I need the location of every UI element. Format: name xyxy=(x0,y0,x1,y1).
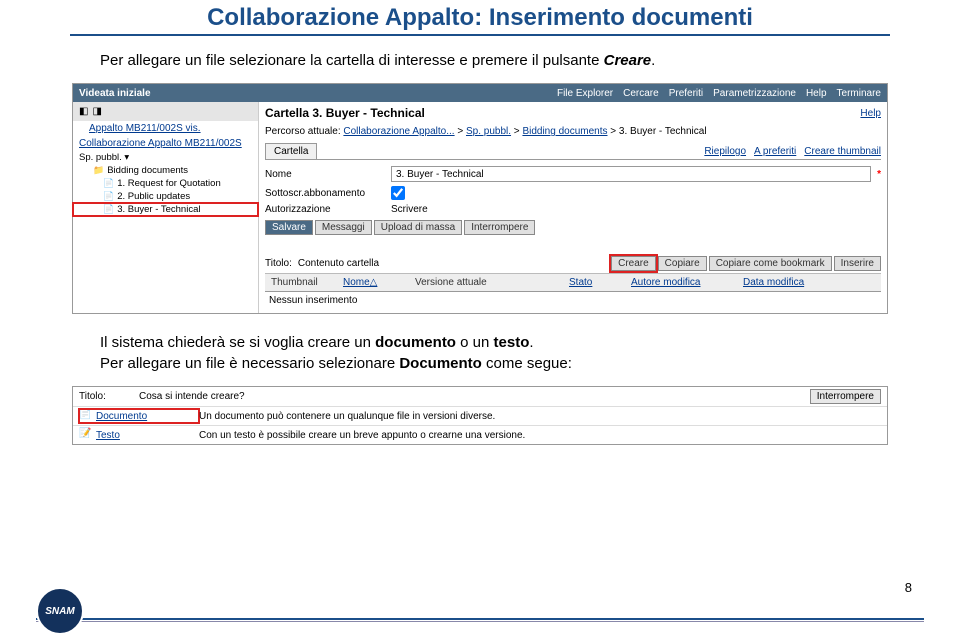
menu-params[interactable]: Parametrizzazione xyxy=(713,88,796,99)
screenshot-app-1: Videata iniziale File Explorer Cercare P… xyxy=(72,83,888,314)
bc-current: 3. Buyer - Technical xyxy=(619,126,707,137)
s2-cancel-button[interactable]: Interrompere xyxy=(810,389,881,404)
copy-bookmark-button[interactable]: Copiare come bookmark xyxy=(709,256,832,271)
intro-post: . xyxy=(651,52,655,69)
menu-file-explorer[interactable]: File Explorer xyxy=(557,88,613,99)
messages-button[interactable]: Messaggi xyxy=(315,220,372,235)
folder-content-section: Titolo: Contenuto cartella Creare Copiar… xyxy=(265,254,881,309)
col-autore[interactable]: Autore modifica xyxy=(625,276,735,289)
form-auth: Autorizzazione Scrivere xyxy=(265,202,881,217)
instruction-1: Per allegare un file selezionare la cart… xyxy=(0,36,960,81)
tab-cartella[interactable]: Cartella xyxy=(265,143,317,159)
footer-line-2 xyxy=(36,621,924,622)
sidebar-link-appalto[interactable]: Appalto MB211/002S vis. xyxy=(73,121,258,136)
col-data[interactable]: Data modifica xyxy=(737,276,837,289)
label-nome: Nome xyxy=(265,169,385,180)
copy-button[interactable]: Copiare xyxy=(658,256,707,271)
app-topbar: Videata iniziale File Explorer Cercare P… xyxy=(73,84,887,102)
menu-exit[interactable]: Terminare xyxy=(837,88,881,99)
screenshot-app-2: Titolo: Cosa si intende creare? Interrom… xyxy=(72,386,888,445)
bc-bidding[interactable]: Bidding documents xyxy=(522,126,607,137)
link-preferiti[interactable]: A preferiti xyxy=(754,146,796,157)
s2-documento-row[interactable]: 📄 Documento Un documento può contenere u… xyxy=(73,407,887,426)
s2-testo-desc: Con un testo è possibile creare un breve… xyxy=(199,430,881,441)
help-link[interactable]: Help xyxy=(860,108,881,119)
footer xyxy=(0,618,960,623)
link-riepilogo[interactable]: Riepilogo xyxy=(704,146,746,157)
doc-icon xyxy=(103,178,114,189)
s2-documento-desc: Un documento può contenere un qualunque … xyxy=(199,411,881,422)
document-icon: 📄 xyxy=(79,409,93,423)
form-sottoscr: Sottoscr.abbonamento xyxy=(265,184,881,202)
topbar-home[interactable]: Videata iniziale xyxy=(79,88,557,99)
table-empty-msg: Nessun inserimento xyxy=(265,292,881,309)
content-panel: Cartella 3. Buyer - Technical Help Perco… xyxy=(259,102,887,313)
col-nome[interactable]: Nome△ xyxy=(337,276,407,289)
sidebar: ◧ ◨ Appalto MB211/002S vis. Collaborazio… xyxy=(73,102,259,313)
button-row: Salvare Messaggi Upload di massa Interro… xyxy=(265,217,881,238)
folder-actions: Creare Copiare Copiare come bookmark Ins… xyxy=(611,256,881,271)
bc-collab[interactable]: Collaborazione Appalto... xyxy=(343,126,454,137)
col-blank xyxy=(521,276,561,289)
intro-pre: Per allegare un file selezionare la cart… xyxy=(100,52,604,69)
s2-testo-link[interactable]: Testo xyxy=(96,430,120,441)
topbar-menu: File Explorer Cercare Preferiti Parametr… xyxy=(557,88,881,99)
snam-logo: SNAM xyxy=(36,587,84,635)
s2-documento-link[interactable]: Documento xyxy=(96,411,147,422)
footer-line-1 xyxy=(36,618,924,620)
s2-testo-row[interactable]: 📝 Testo Con un testo è possibile creare … xyxy=(73,426,887,444)
menu-favorites[interactable]: Preferiti xyxy=(669,88,703,99)
tree-rfq[interactable]: 1. Request for Quotation xyxy=(73,177,258,190)
text-icon: 📝 xyxy=(79,428,93,442)
title-value: Contenuto cartella xyxy=(298,258,379,269)
tabs-row: Cartella Riepilogo A preferiti Creare th… xyxy=(265,143,881,160)
content-title-row: Cartella 3. Buyer - Technical Help xyxy=(265,106,881,124)
form-nome: Nome * xyxy=(265,164,881,184)
page-number: 8 xyxy=(905,580,912,595)
required-icon: * xyxy=(877,169,881,180)
intro-keyword: Creare xyxy=(604,52,652,69)
bc-label: Percorso attuale: xyxy=(265,126,341,137)
mass-upload-button[interactable]: Upload di massa xyxy=(374,220,462,235)
folder-icon xyxy=(93,165,104,176)
content-right-links: Riepilogo A preferiti Creare thumbnail xyxy=(704,146,881,159)
col-stato[interactable]: Stato xyxy=(563,276,623,289)
create-button[interactable]: Creare xyxy=(611,256,656,271)
sidebar-icon-2[interactable]: ◨ xyxy=(92,106,101,117)
folder-content-title-row: Titolo: Contenuto cartella Creare Copiar… xyxy=(265,254,881,274)
col-thumbnail: Thumbnail xyxy=(265,276,335,289)
tree-bidding-docs[interactable]: Bidding documents xyxy=(73,164,258,177)
s2-title-value: Cosa si intende creare? xyxy=(139,391,810,402)
insert-button[interactable]: Inserire xyxy=(834,256,881,271)
sidebar-sp-pubbl[interactable]: Sp. pubbl. ▾ xyxy=(73,151,258,164)
input-nome[interactable] xyxy=(391,166,871,182)
menu-help[interactable]: Help xyxy=(806,88,827,99)
table-header: Thumbnail Nome△ Versione attuale Stato A… xyxy=(265,274,881,292)
bc-sp[interactable]: Sp. pubbl. xyxy=(466,126,511,137)
sidebar-link-collab[interactable]: Collaborazione Appalto MB211/002S xyxy=(73,136,258,151)
tree-buyer-technical[interactable]: 3. Buyer - Technical xyxy=(73,203,258,216)
link-thumbnail[interactable]: Creare thumbnail xyxy=(804,146,881,157)
s2-title-label: Titolo: xyxy=(79,391,106,402)
checkbox-sottoscr[interactable] xyxy=(391,186,405,200)
label-auth: Autorizzazione xyxy=(265,204,385,215)
page-title: Collaborazione Appalto: Inserimento docu… xyxy=(70,0,890,36)
doc-icon xyxy=(103,191,114,202)
col-version: Versione attuale xyxy=(409,276,519,289)
menu-search[interactable]: Cercare xyxy=(623,88,659,99)
sidebar-icon-1[interactable]: ◧ xyxy=(79,106,88,117)
title-label: Titolo: xyxy=(265,258,292,269)
content-title: Cartella 3. Buyer - Technical xyxy=(265,106,425,120)
save-button[interactable]: Salvare xyxy=(265,220,313,235)
sidebar-head: ◧ ◨ xyxy=(73,102,258,121)
doc-icon xyxy=(103,204,114,215)
auth-value: Scrivere xyxy=(391,204,428,215)
cancel-button[interactable]: Interrompere xyxy=(464,220,535,235)
main-area: ◧ ◨ Appalto MB211/002S vis. Collaborazio… xyxy=(73,102,887,313)
label-sottoscr: Sottoscr.abbonamento xyxy=(265,188,385,199)
breadcrumb: Percorso attuale: Collaborazione Appalto… xyxy=(265,124,881,143)
s2-title-row: Titolo: Cosa si intende creare? Interrom… xyxy=(73,387,887,407)
instruction-2: Il sistema chiederà se si voglia creare … xyxy=(0,322,960,382)
tree-public-updates[interactable]: 2. Public updates xyxy=(73,190,258,203)
